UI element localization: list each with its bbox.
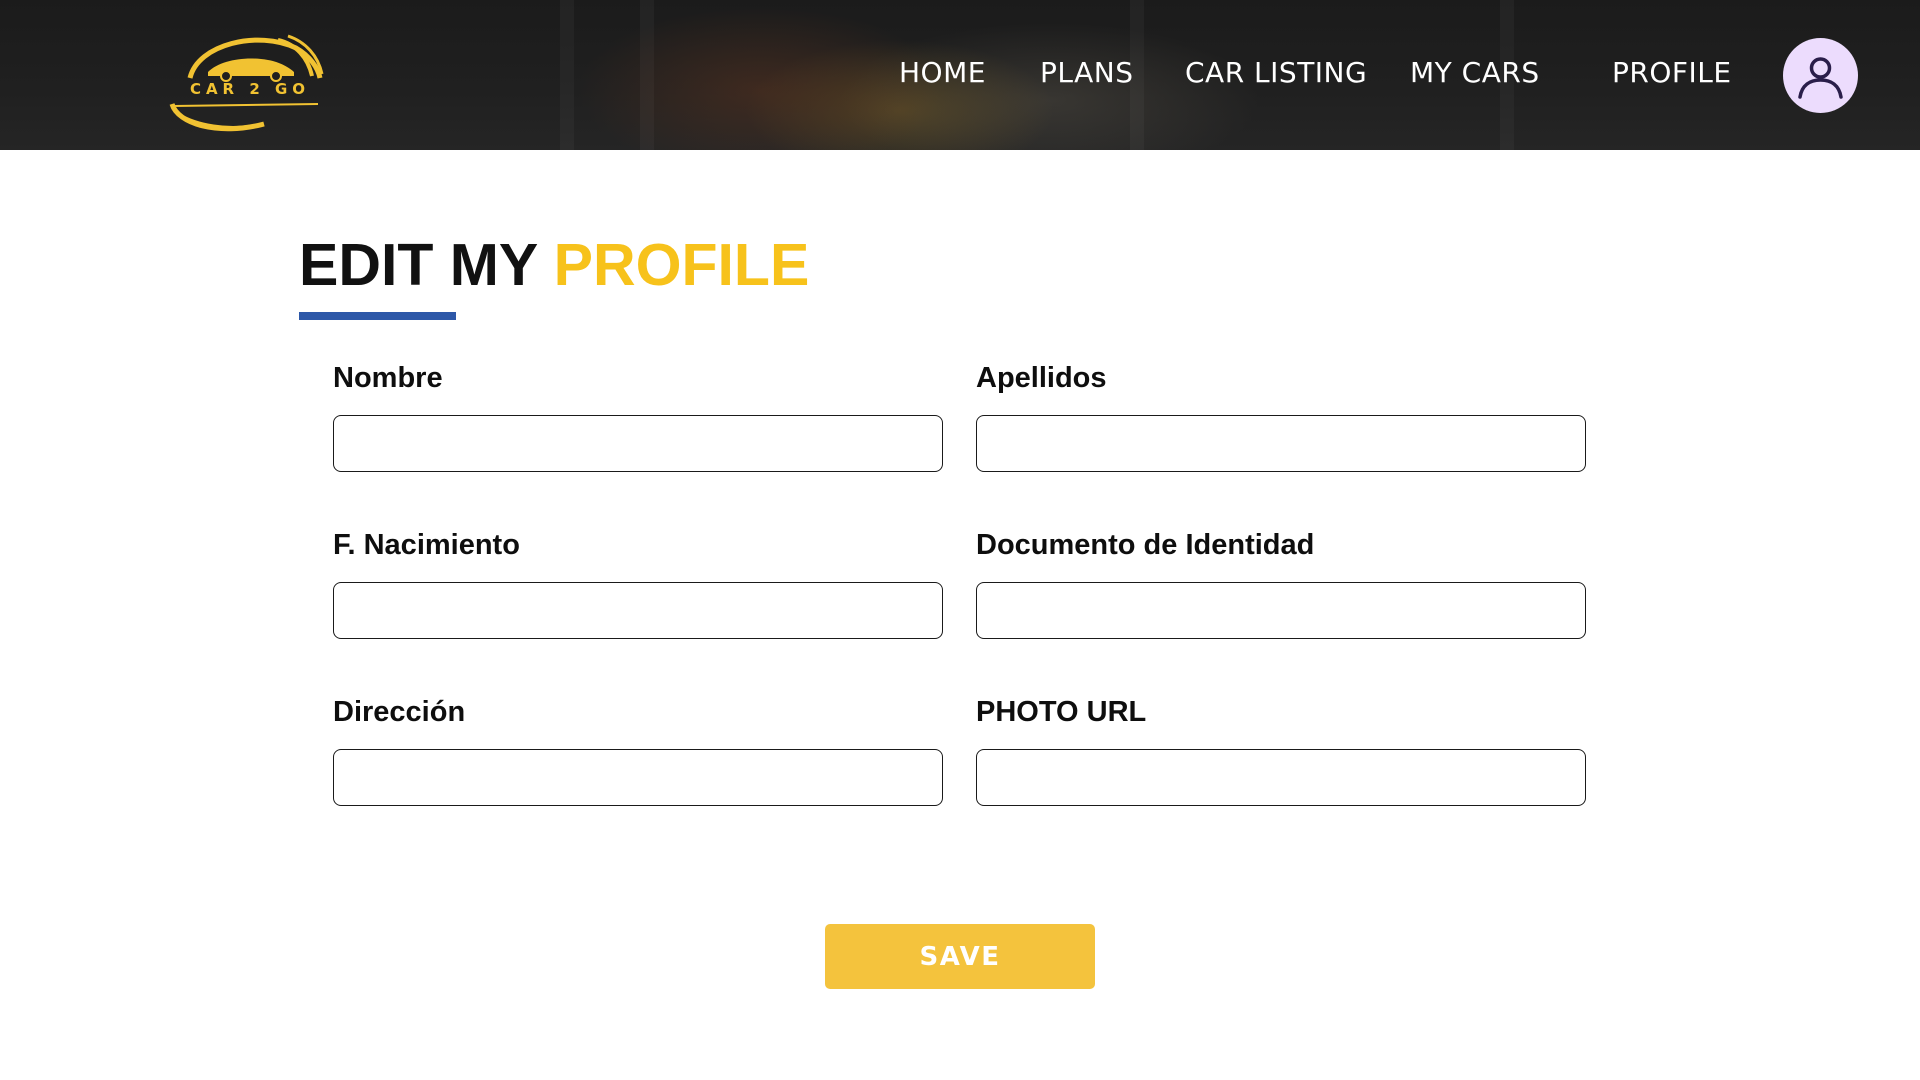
nav-profile[interactable]: PROFILE [1612, 56, 1732, 96]
user-icon [1798, 57, 1843, 99]
save-button[interactable]: SAVE [825, 924, 1095, 989]
nav-car-listing[interactable]: CAR LISTING [1185, 56, 1367, 96]
apellidos-label: Apellidos [976, 362, 1107, 394]
nacimiento-label: F. Nacimiento [333, 529, 520, 561]
page-title-part1: EDIT MY [299, 232, 538, 298]
documento-label: Documento de Identidad [976, 529, 1315, 561]
nacimiento-input[interactable] [333, 582, 943, 639]
apellidos-input[interactable] [976, 415, 1586, 472]
nav-my-cars[interactable]: MY CARS [1410, 56, 1540, 96]
car2go-logo[interactable]: CAR 2 GO [168, 26, 328, 134]
direccion-input[interactable] [333, 749, 943, 806]
nombre-input[interactable] [333, 415, 943, 472]
page-title-part2: PROFILE [553, 232, 810, 298]
page: CAR 2 GO HOME PLANS CAR LISTING MY CARS … [0, 0, 1920, 1080]
logo-text: CAR 2 GO [189, 80, 311, 98]
documento-input[interactable] [976, 582, 1586, 639]
title-underline [299, 312, 456, 320]
avatar-button[interactable] [1783, 38, 1858, 113]
nav-plans[interactable]: PLANS [1040, 56, 1134, 96]
background-decoration [560, 0, 574, 150]
nombre-label: Nombre [333, 362, 443, 394]
photo-url-input[interactable] [976, 749, 1586, 806]
page-title: EDIT MY PROFILE [299, 230, 809, 300]
direccion-label: Dirección [333, 696, 466, 728]
nav-home[interactable]: HOME [899, 56, 986, 96]
photo-url-label: PHOTO URL [976, 696, 1147, 728]
background-decoration [640, 0, 654, 150]
top-navbar: CAR 2 GO HOME PLANS CAR LISTING MY CARS … [0, 0, 1920, 150]
